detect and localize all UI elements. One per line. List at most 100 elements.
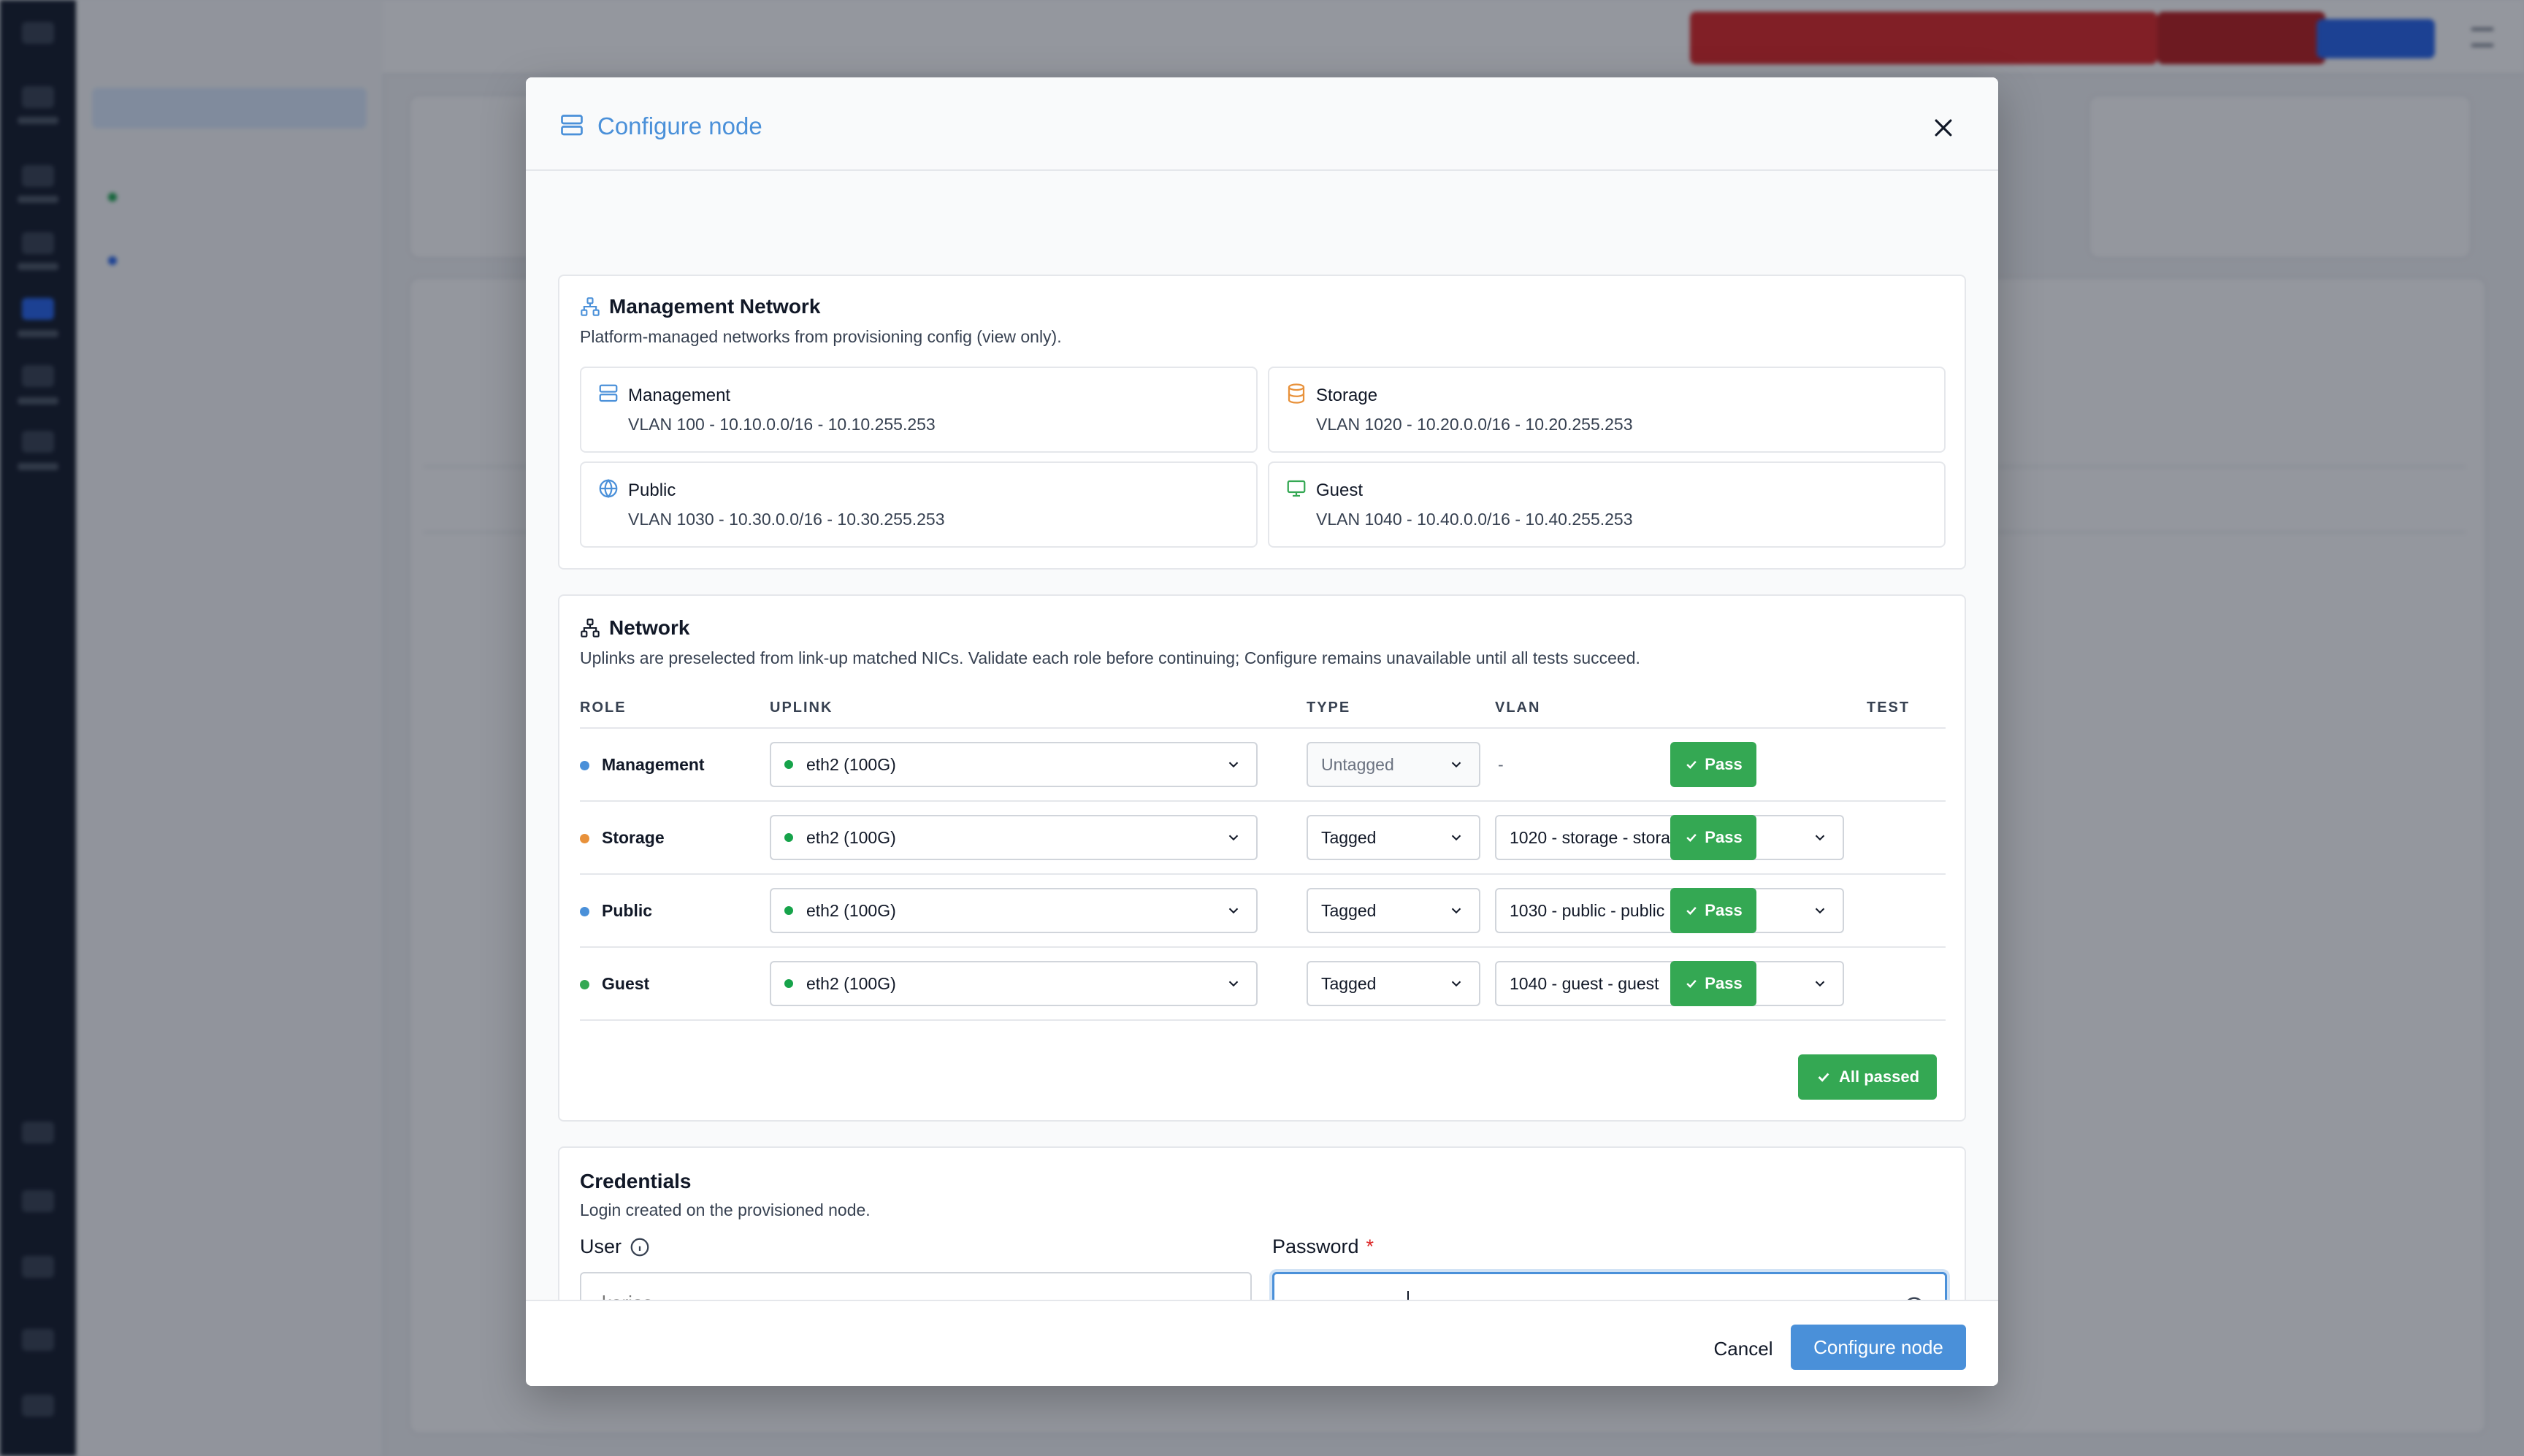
uplink-value: eth2 (100G) [806, 900, 896, 920]
network-card-public: Public VLAN 1030 - 10.30.0.0/16 - 10.30.… [580, 461, 1258, 548]
password-label-text: Password [1272, 1235, 1359, 1257]
test-label: Pass [1705, 755, 1743, 773]
column-header-test: TEST [1867, 700, 1911, 716]
chevron-down-icon [1228, 908, 1239, 914]
globe-icon [599, 479, 618, 498]
role-name: Public [602, 901, 653, 920]
management-network-subtitle: Platform-managed networks from provision… [580, 327, 1062, 346]
uplink-value: eth2 (100G) [806, 754, 896, 774]
role-name: Guest [602, 974, 650, 993]
network-card-name: Management [628, 386, 731, 405]
user-label-text: User [580, 1235, 622, 1257]
role-color-dot [580, 834, 589, 843]
modal-footer: Cancel Configure node [526, 1300, 1998, 1386]
configure-node-button[interactable]: Configure node [1791, 1325, 1966, 1370]
column-header-uplink: UPLINK [770, 700, 833, 716]
chevron-down-icon [1815, 908, 1825, 914]
server-icon [599, 384, 618, 402]
chevron-down-icon [1228, 762, 1239, 768]
type-select[interactable]: Untagged [1307, 742, 1480, 787]
chevron-down-icon [1228, 981, 1239, 987]
vlan-none: - [1498, 755, 1504, 774]
all-passed-button[interactable]: All passed [1798, 1054, 1937, 1100]
test-label: Pass [1705, 901, 1743, 919]
uplink-select[interactable]: eth2 (100G) [770, 815, 1258, 860]
link-up-dot [784, 906, 793, 915]
configure-node-modal: Configure node Management Network Platfo… [526, 77, 1998, 1386]
uplink-select[interactable]: eth2 (100G) [770, 742, 1258, 787]
check-icon [1686, 833, 1697, 842]
chevron-down-icon [1228, 835, 1239, 841]
link-up-dot [784, 979, 793, 988]
monitor-icon [1287, 480, 1306, 497]
required-mark: * [1366, 1235, 1374, 1257]
info-icon[interactable] [629, 1236, 651, 1258]
vlan-select[interactable]: 1030 - public - public [1495, 888, 1844, 933]
type-value: Untagged [1321, 754, 1394, 774]
role-color-dot [580, 907, 589, 916]
uplink-select[interactable]: eth2 (100G) [770, 888, 1258, 933]
test-pass-button[interactable]: Pass [1670, 742, 1756, 787]
management-network-heading: Management Network [609, 295, 821, 318]
network-role-row: Guest eth2 (100G) Tagged 1040 - guest - … [580, 946, 1946, 1021]
chevron-down-icon [1451, 981, 1461, 987]
user-label: User [580, 1235, 651, 1258]
network-card-name: Guest [1316, 480, 1364, 500]
column-header-type: TYPE [1307, 700, 1351, 716]
type-value: Tagged [1321, 827, 1377, 847]
vlan-value: 1020 - storage - storage [1510, 827, 1689, 847]
network-card-storage: Storage VLAN 1020 - 10.20.0.0/16 - 10.20… [1268, 367, 1946, 453]
server-icon [561, 115, 583, 136]
check-icon [1686, 979, 1697, 988]
network-card-desc: VLAN 1020 - 10.20.0.0/16 - 10.20.255.253 [1316, 415, 1633, 434]
type-select[interactable]: Tagged [1307, 815, 1480, 860]
uplink-select[interactable]: eth2 (100G) [770, 961, 1258, 1006]
network-card-desc: VLAN 1040 - 10.40.0.0/16 - 10.40.255.253 [1316, 510, 1633, 529]
uplink-value: eth2 (100G) [806, 973, 896, 993]
type-value: Tagged [1321, 900, 1377, 920]
test-label: Pass [1705, 828, 1743, 846]
network-card-name: Storage [1316, 386, 1378, 405]
chevron-down-icon [1451, 762, 1461, 768]
network-card-name: Public [628, 480, 676, 500]
network-role-row: Management eth2 (100G) Untagged - Pass [580, 727, 1946, 802]
type-select[interactable]: Tagged [1307, 888, 1480, 933]
network-heading: Network [609, 616, 690, 639]
type-select[interactable]: Tagged [1307, 961, 1480, 1006]
cancel-button[interactable]: Cancel [1696, 1327, 1791, 1370]
network-card-desc: VLAN 1030 - 10.30.0.0/16 - 10.30.255.253 [628, 510, 945, 529]
chevron-down-icon [1451, 835, 1461, 841]
link-up-dot [784, 833, 793, 842]
test-pass-button[interactable]: Pass [1670, 888, 1756, 933]
chevron-down-icon [1815, 835, 1825, 841]
link-up-dot [784, 760, 793, 769]
credentials-heading: Credentials [580, 1170, 692, 1192]
network-card-guest: Guest VLAN 1040 - 10.40.0.0/16 - 10.40.2… [1268, 461, 1946, 548]
column-header-vlan: VLAN [1495, 700, 1541, 716]
vlan-select[interactable]: 1040 - guest - guest [1495, 961, 1844, 1006]
vlan-select[interactable]: 1020 - storage - storage [1495, 815, 1844, 860]
section-heading: Network [580, 616, 689, 640]
network-card-desc: VLAN 100 - 10.10.0.0/16 - 10.10.255.253 [628, 415, 936, 434]
test-pass-button[interactable]: Pass [1670, 815, 1756, 860]
test-pass-button[interactable]: Pass [1670, 961, 1756, 1006]
column-header-role: ROLE [580, 700, 627, 716]
modal-header: Configure node [526, 77, 1998, 171]
close-icon[interactable] [1931, 115, 1956, 140]
modal-body: Management Network Platform-managed netw… [526, 171, 1998, 1376]
network-role-row: Public eth2 (100G) Tagged 1030 - public … [580, 873, 1946, 948]
management-network-section: Management Network Platform-managed netw… [558, 275, 1966, 570]
vlan-value: 1040 - guest - guest [1510, 973, 1659, 993]
check-icon [1686, 760, 1697, 769]
check-icon [1686, 906, 1697, 915]
chevron-down-icon [1451, 908, 1461, 914]
type-value: Tagged [1321, 973, 1377, 993]
password-label: Password * [1272, 1235, 1374, 1258]
role-name: Storage [602, 828, 665, 847]
modal-title: Configure node [597, 112, 762, 139]
test-label: Pass [1705, 974, 1743, 992]
uplink-value: eth2 (100G) [806, 827, 896, 847]
all-passed-label: All passed [1838, 1068, 1920, 1086]
network-section: Network Uplinks are preselected from lin… [558, 594, 1966, 1122]
network-role-row: Storage eth2 (100G) Tagged 1020 - storag… [580, 800, 1946, 875]
